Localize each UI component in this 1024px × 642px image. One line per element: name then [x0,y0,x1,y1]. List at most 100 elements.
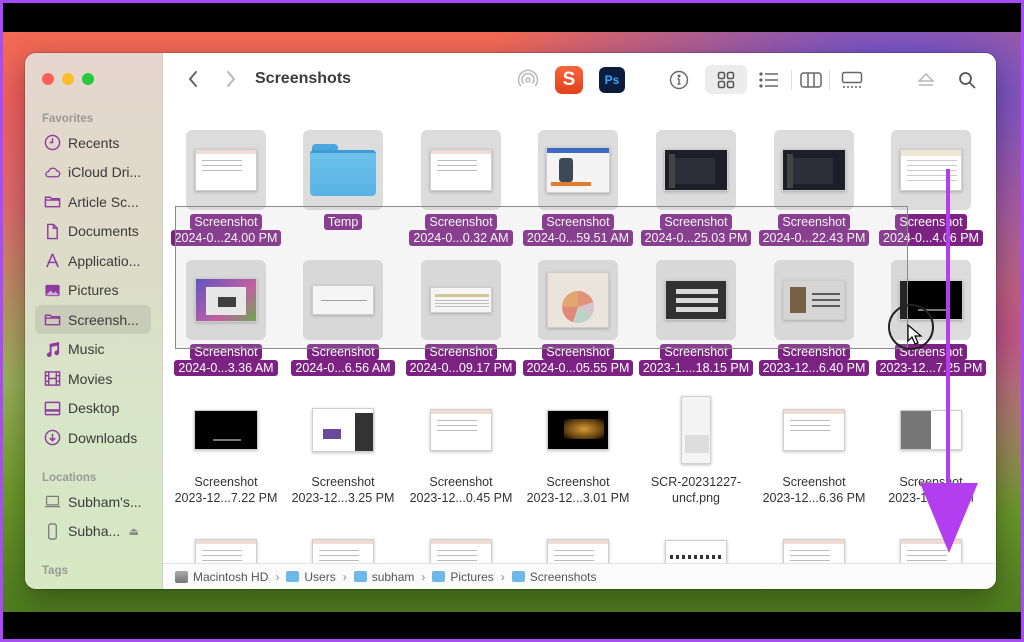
document-icon [43,222,61,240]
path-segment[interactable]: Pictures [450,570,493,584]
column-view-button[interactable] [799,69,823,91]
mouse-pointer-icon [907,324,923,345]
sidebar-item-music[interactable]: Music [35,335,151,364]
file-name-line1: Screenshot [660,214,732,230]
sidebar-item-label: Movies [68,370,113,387]
file-name: Screenshot 2023-12...7.22 PM [167,474,285,506]
sidebar-item-movies[interactable]: Movies [35,364,151,393]
file-item[interactable]: Screenshot 2024-0...24.00 PM [167,130,285,255]
sidebar-item-article-sc[interactable]: Article Sc... [35,187,151,216]
gallery-view-button[interactable] [839,69,865,91]
annotation-arrow-head [920,483,978,553]
file-item[interactable] [284,520,402,563]
file-item[interactable]: Screenshot 2024-0...3.36 AM [167,260,285,385]
file-name: Screenshot 2024-0...3.36 AM [167,344,285,376]
desktop-icon [43,399,61,417]
file-item[interactable]: Screenshot 2023-12...0.45 PM [402,390,520,515]
file-name-line1: Screenshot [429,475,493,489]
file-name: Screenshot 2024-0...0.32 AM [402,214,520,246]
file-item[interactable]: Screenshot 2024-0...59.51 AM [519,130,637,255]
file-name-line2: 2024-0...24.00 PM [170,230,282,246]
file-item[interactable] [637,520,755,563]
eject-icon[interactable]: ⏏ [129,525,139,538]
file-item[interactable] [519,520,637,563]
path-bar: Macintosh HD › Users › subham › Pictures › Scree… [163,563,996,589]
icon-view-button[interactable] [705,65,747,94]
sidebar-item-desktop[interactable]: Desktop [35,394,151,423]
phone-icon [43,522,61,540]
file-name: Screenshot 2024-0...05.55 PM [519,344,637,376]
file-name: Screenshot 2024-0...59.51 AM [519,214,637,246]
thumbnail-container [774,520,854,563]
file-item[interactable]: Screenshot 2024-0...0.32 AM [402,130,520,255]
sidebar-item-icloud-dri[interactable]: iCloud Dri... [35,158,151,187]
file-item[interactable] [167,520,285,563]
file-name-line2: 2024-0...0.32 AM [409,230,513,246]
file-thumbnail [681,396,711,464]
sidebar-item-applicatio[interactable]: Applicatio... [35,246,151,275]
file-name-line1: Temp [323,214,363,230]
minimize-button[interactable] [62,73,74,85]
list-view-button[interactable] [757,69,781,91]
app-s-icon[interactable]: S [555,66,583,94]
app-photoshop-icon[interactable]: Ps [599,67,625,93]
file-item[interactable]: Screenshot 2024-0...6.56 AM [284,260,402,385]
thumbnail-container [186,130,266,210]
airdrop-button[interactable] [517,69,539,91]
file-item[interactable]: Screenshot 2024-0...05.55 PM [519,260,637,385]
eject-button[interactable] [915,69,937,91]
file-name-line2: 2024-0...3.36 AM [174,360,278,376]
sidebar-item-pictures[interactable]: Pictures [35,276,151,305]
sidebar-item-screensh[interactable]: Screensh... [35,305,151,334]
file-item[interactable]: Screenshot 2023-12...3.01 PM [519,390,637,515]
file-thumbnail [546,147,610,193]
close-button[interactable] [42,73,54,85]
file-item[interactable]: Screenshot 2024-0...22.43 PM [755,130,873,255]
file-item[interactable]: Screenshot 2023-1....18.15 PM [637,260,755,385]
file-item[interactable]: Temp [284,130,402,255]
toolbar: Screenshots S Ps [163,53,996,105]
file-item[interactable]: Screenshot 2024-0...4.06 PM [872,130,990,255]
file-item[interactable]: Screenshot 2023-12...6.36 PM [755,390,873,515]
file-thumbnail [783,280,845,320]
file-item[interactable]: SCR-20231227- uncf.png [637,390,755,515]
file-thumbnail [900,410,962,450]
file-name: Screenshot 2024-0...4.06 PM [872,214,990,246]
file-name-line1: Screenshot [190,344,262,360]
thumbnail-container [186,390,266,470]
file-item[interactable] [402,520,520,563]
file-thumbnail [665,280,727,320]
search-button[interactable] [956,69,978,91]
path-segment[interactable]: Screenshots [530,570,597,584]
sidebar-location-0[interactable]: Subham's... [35,487,151,516]
folder-icon [43,193,61,211]
back-icon [188,71,197,87]
path-segment[interactable]: Users [304,570,335,584]
path-segment[interactable]: subham [372,570,415,584]
file-item[interactable]: Screenshot 2023-12...3.25 PM [284,390,402,515]
file-item[interactable]: Screenshot 2024-0...25.03 PM [637,130,755,255]
file-item[interactable] [755,520,873,563]
sidebar-item-label: Recents [68,134,120,151]
eject-icon [917,73,935,86]
forward-button[interactable] [221,69,241,89]
folder-icon [286,571,300,582]
info-button[interactable] [668,69,690,91]
file-thumbnail [665,540,727,563]
file-name-line1: Screenshot [778,344,850,360]
sidebar-item-recents[interactable]: Recents [35,128,151,157]
favorites-heading: Favorites [42,113,94,125]
file-thumbnail [312,539,374,563]
sidebar-item-downloads[interactable]: Downloads [35,423,151,452]
file-item[interactable]: Screenshot 2023-12...7.22 PM [167,390,285,515]
thumbnail-container [303,390,383,470]
back-button[interactable] [183,69,203,89]
sidebar-item-documents[interactable]: Documents [35,217,151,246]
maximize-button[interactable] [82,73,94,85]
path-segment[interactable]: Macintosh HD [193,570,268,584]
sidebar-location-1[interactable]: Subha... ⏏ [35,517,151,546]
thumbnail-container [186,520,266,563]
file-item[interactable]: Screenshot 2024-0...09.17 PM [402,260,520,385]
file-item[interactable]: Screenshot 2023-12...6.40 PM [755,260,873,385]
film-icon [43,370,61,388]
